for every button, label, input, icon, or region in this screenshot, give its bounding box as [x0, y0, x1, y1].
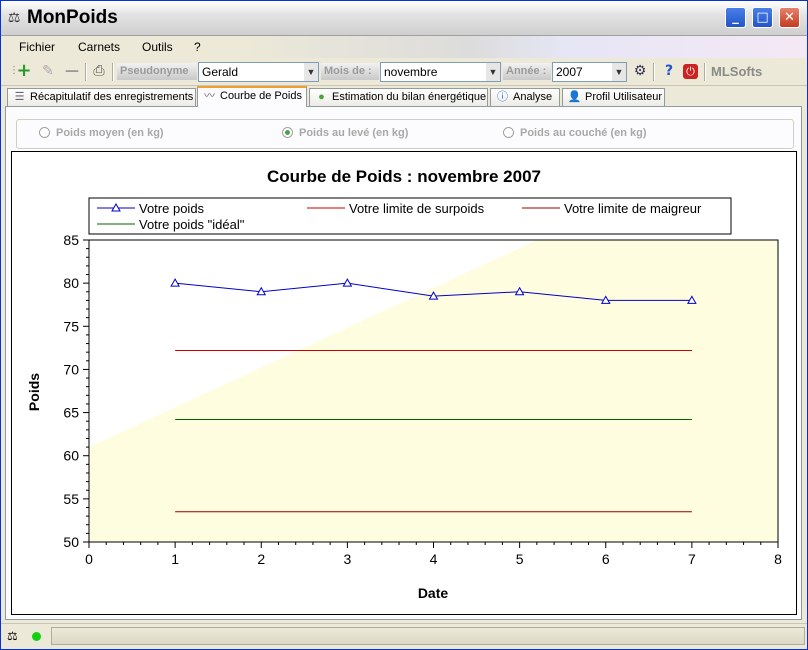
- chart-title: Courbe de Poids : novembre 2007: [267, 167, 541, 186]
- legend-label: Votre limite de maigreur: [564, 201, 702, 216]
- y-tick-label: 85: [63, 232, 79, 248]
- chevron-down-icon[interactable]: ▼: [486, 63, 500, 81]
- x-tick-label: 5: [516, 551, 524, 567]
- menu-carnets[interactable]: Carnets: [78, 40, 120, 54]
- radio-circle[interactable]: [282, 127, 293, 138]
- x-tick-label: 8: [774, 551, 782, 567]
- scale-icon: ⚖: [7, 629, 18, 643]
- plot-area: 0 1 2 3 4 5 6 7 8 50 55 60 65 70 75 80 85: [63, 232, 782, 567]
- toolbar-separator: [85, 63, 87, 81]
- close-button[interactable]: ✕: [779, 7, 800, 28]
- x-tick-label: 6: [602, 551, 610, 567]
- x-tick-label: 1: [171, 551, 179, 567]
- brand-label: MLSofts: [711, 64, 763, 79]
- y-tick-label: 60: [63, 448, 79, 464]
- x-axis-label: Date: [418, 585, 449, 601]
- toolbar-separator: [112, 63, 114, 81]
- tab-strip: ☰ Récapitulatif des enregistrements 〰 Co…: [1, 86, 807, 107]
- pseudonyme-value: Gerald: [202, 65, 239, 79]
- power-icon[interactable]: ⏻: [683, 64, 698, 79]
- x-tick-label: 4: [430, 551, 438, 567]
- tab-courbe[interactable]: 〰 Courbe de Poids: [197, 86, 307, 107]
- pseudonyme-label: Pseudonyme: [117, 63, 197, 80]
- x-tick-label: 2: [257, 551, 265, 567]
- status-field: [51, 627, 805, 645]
- legend-label: Votre poids "idéal": [139, 217, 245, 232]
- chevron-down-icon[interactable]: ▼: [304, 63, 318, 81]
- radio-poids-moyen[interactable]: Poids moyen (en kg): [39, 127, 164, 139]
- maximize-button[interactable]: □: [752, 7, 773, 28]
- annee-label: Année :: [503, 63, 551, 80]
- toolbar-separator: [704, 63, 706, 81]
- remove-icon[interactable]: —: [63, 62, 81, 80]
- radio-poids-couche[interactable]: Poids au couché (en kg): [503, 127, 647, 139]
- y-axis-label: Poids: [26, 373, 42, 411]
- y-tick-label: 50: [63, 534, 79, 550]
- legend-label: Votre limite de surpoids: [349, 201, 485, 216]
- y-tick-label: 70: [63, 361, 79, 377]
- settings-icon[interactable]: ⚙: [631, 62, 649, 80]
- energy-icon: ●: [318, 91, 325, 103]
- mois-label: Mois de :: [321, 63, 379, 80]
- window-title: MonPoids: [27, 7, 118, 28]
- chevron-down-icon[interactable]: ▼: [612, 63, 626, 81]
- radio-label: Poids moyen (en kg): [56, 127, 164, 139]
- menu-bar: Fichier Carnets Outils ?: [1, 36, 807, 58]
- y-tick-label: 75: [63, 318, 79, 334]
- weight-chart: Courbe de Poids : novembre 2007 0 1 2 3 4 5 6 7…: [26, 167, 782, 601]
- tab-label: Analyse: [513, 91, 553, 103]
- scale-icon: ⚖: [7, 10, 21, 26]
- tab-analyse[interactable]: ⓘ Analyse: [490, 88, 560, 106]
- help-icon[interactable]: ?: [660, 62, 678, 80]
- tab-label: Profil Utilisateur: [585, 91, 663, 103]
- status-indicator: [32, 632, 41, 641]
- menu-fichier[interactable]: Fichier: [19, 40, 55, 54]
- status-bar: ⚖: [1, 623, 807, 649]
- radio-label: Poids au levé (en kg): [299, 127, 409, 139]
- app-window: ⚖ MonPoids _ □ ✕ Fichier Carnets Outils …: [0, 0, 808, 650]
- user-icon: 👤: [567, 91, 582, 103]
- data-point: [170, 278, 180, 287]
- x-tick-label: 3: [343, 551, 351, 567]
- info-icon: ⓘ: [497, 91, 508, 103]
- minimize-button[interactable]: _: [725, 7, 746, 28]
- menu-help[interactable]: ?: [194, 40, 201, 54]
- tab-label: Récapitulatif des enregistrements: [30, 91, 194, 103]
- radio-poids-leve[interactable]: Poids au levé (en kg): [282, 127, 408, 139]
- annee-select[interactable]: 2007 ▼: [552, 62, 627, 82]
- radio-circle[interactable]: [503, 127, 514, 138]
- mois-value: novembre: [384, 65, 438, 79]
- toolbar: ⋮ + ✎ — ⎙ Pseudonyme Gerald ▼ Mois de : …: [1, 59, 807, 86]
- weight-type-radio-group: Poids moyen (en kg) Poids au levé (en kg…: [16, 119, 794, 149]
- toolbar-separator: [653, 63, 655, 81]
- radio-circle[interactable]: [39, 127, 50, 138]
- radio-label: Poids au couché (en kg): [520, 127, 647, 139]
- chart-legend: Votre poids Votre limite de surpoids Votre…: [88, 197, 732, 235]
- mois-select[interactable]: novembre ▼: [380, 62, 501, 82]
- add-icon[interactable]: +: [15, 62, 33, 80]
- print-icon[interactable]: ⎙: [90, 62, 108, 80]
- legend-label: Votre poids: [139, 201, 205, 216]
- pseudonyme-select[interactable]: Gerald ▼: [198, 62, 319, 82]
- y-tick-label: 65: [63, 405, 79, 421]
- tab-profil[interactable]: 👤 Profil Utilisateur: [562, 88, 665, 106]
- tab-estimation[interactable]: ● Estimation du bilan énergétique: [309, 88, 488, 106]
- chart-frame: Courbe de Poids : novembre 2007 0 1 2 3 4 5 6 7…: [11, 151, 797, 615]
- data-point: [342, 278, 353, 287]
- y-tick-label: 55: [63, 491, 79, 507]
- x-tick-label: 7: [688, 551, 696, 567]
- list-icon: ☰: [14, 91, 25, 103]
- tab-label: Estimation du bilan énergétique: [332, 91, 487, 103]
- annee-value: 2007: [556, 65, 583, 79]
- y-tick-label: 80: [63, 275, 79, 291]
- tab-recapitulatif[interactable]: ☰ Récapitulatif des enregistrements: [7, 88, 196, 106]
- menu-outils[interactable]: Outils: [142, 40, 173, 54]
- title-bar[interactable]: ⚖ MonPoids _ □ ✕: [1, 1, 807, 36]
- edit-icon[interactable]: ✎: [39, 62, 57, 80]
- tab-label: Courbe de Poids: [220, 90, 302, 102]
- chart-line-icon: 〰: [204, 90, 215, 102]
- x-tick-label: 0: [85, 551, 93, 567]
